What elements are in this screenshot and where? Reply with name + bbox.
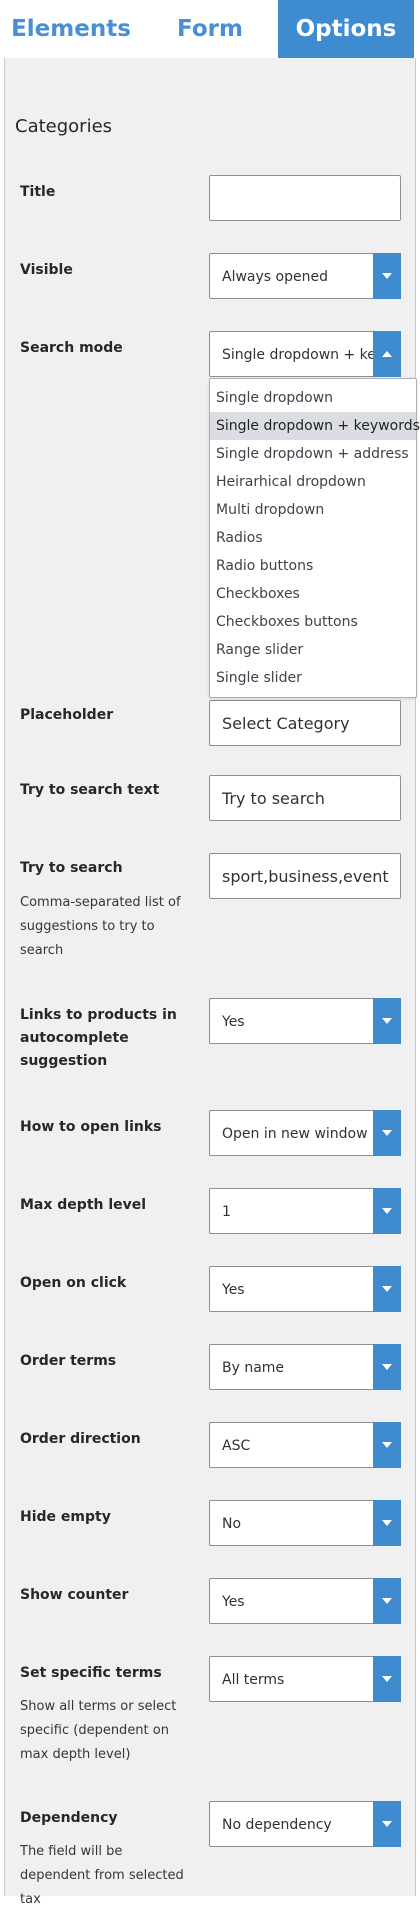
dropdown-option[interactable]: Radio buttons — [210, 552, 416, 580]
dropdown-option[interactable]: Single dropdown + address — [210, 440, 416, 468]
placeholder-input-value: Select Category — [222, 714, 350, 733]
chevron-down-icon[interactable] — [373, 1266, 401, 1312]
chevron-down-icon[interactable] — [373, 1188, 401, 1234]
links-to-products-label: Links to products in autocomplete sugges… — [20, 1007, 177, 1069]
chevron-down-icon[interactable] — [373, 998, 401, 1044]
visible-label: Visible — [20, 262, 73, 278]
search-mode-select-value: Single dropdown + keywords — [222, 347, 398, 363]
chevron-down-icon[interactable] — [373, 253, 401, 299]
section-title: Categories — [15, 116, 113, 137]
set-specific-terms-label: Set specific terms — [20, 1665, 162, 1681]
chevron-down-icon[interactable] — [373, 1422, 401, 1468]
dependency-description: The field will be dependent from selecte… — [20, 1844, 184, 1907]
try-search-text-input[interactable]: Try to search — [209, 775, 401, 821]
try-search-label: Try to search — [20, 860, 123, 876]
tab-elements[interactable]: Elements — [0, 0, 142, 58]
tab-options[interactable]: Options — [278, 0, 414, 58]
hide-empty-select-value: No — [222, 1516, 242, 1532]
dropdown-option-highlighted[interactable]: Single dropdown + keywords — [210, 412, 420, 440]
how-to-open-links-select[interactable]: Open in new window — [209, 1110, 401, 1156]
order-direction-select[interactable]: ASC — [209, 1422, 401, 1468]
title-input[interactable] — [209, 175, 401, 221]
how-to-open-links-select-value: Open in new window — [222, 1126, 368, 1142]
hide-empty-select[interactable]: No — [209, 1500, 401, 1546]
dropdown-option[interactable]: Radios — [210, 524, 416, 552]
hide-empty-label: Hide empty — [20, 1509, 111, 1525]
chevron-down-icon[interactable] — [373, 1110, 401, 1156]
chevron-up-icon[interactable] — [373, 331, 401, 377]
search-mode-label: Search mode — [20, 340, 123, 356]
search-mode-select[interactable]: Single dropdown + keywords — [209, 331, 401, 377]
open-on-click-label: Open on click — [20, 1275, 127, 1291]
order-terms-select-value: By name — [222, 1360, 285, 1376]
chevron-down-icon[interactable] — [373, 1656, 401, 1702]
chevron-down-icon[interactable] — [373, 1578, 401, 1624]
order-direction-label: Order direction — [20, 1431, 141, 1447]
try-search-input-value: sport,business,event — [222, 867, 389, 886]
how-to-open-links-label: How to open links — [20, 1119, 162, 1135]
set-specific-terms-description: Show all terms or select specific (depen… — [20, 1699, 177, 1762]
order-terms-select[interactable]: By name — [209, 1344, 401, 1390]
max-depth-level-select[interactable]: 1 — [209, 1188, 401, 1234]
links-to-products-select[interactable]: Yes — [209, 998, 401, 1044]
dropdown-option[interactable]: Checkboxes buttons — [210, 608, 416, 636]
dependency-select[interactable]: No dependency — [209, 1801, 401, 1847]
placeholder-input[interactable]: Select Category — [209, 700, 401, 746]
chevron-down-icon[interactable] — [373, 1500, 401, 1546]
title-label: Title — [20, 184, 56, 200]
dropdown-option[interactable]: Range slider — [210, 636, 416, 664]
tab-bar: Elements Form Options — [0, 0, 420, 58]
order-terms-label: Order terms — [20, 1353, 117, 1369]
order-direction-select-value: ASC — [222, 1438, 251, 1454]
dropdown-option[interactable]: Heirarhical dropdown — [210, 468, 416, 496]
visible-select[interactable]: Always opened — [209, 253, 401, 299]
dependency-select-value: No dependency — [222, 1817, 332, 1833]
dropdown-option[interactable]: Single dropdown — [210, 384, 416, 412]
max-depth-level-select-value: 1 — [222, 1204, 231, 1220]
open-on-click-select-value: Yes — [222, 1282, 245, 1298]
chevron-down-icon[interactable] — [373, 1344, 401, 1390]
search-mode-dropdown-list: Single dropdown Single dropdown + keywor… — [209, 378, 420, 698]
show-counter-label: Show counter — [20, 1587, 129, 1603]
dependency-label: Dependency — [20, 1810, 118, 1826]
links-to-products-select-value: Yes — [222, 1014, 245, 1030]
max-depth-level-label: Max depth level — [20, 1197, 147, 1213]
show-counter-select[interactable]: Yes — [209, 1578, 401, 1624]
try-search-description: Comma-separated list of suggestions to t… — [20, 895, 181, 958]
chevron-down-icon[interactable] — [373, 1801, 401, 1847]
set-specific-terms-select[interactable]: All terms — [209, 1656, 401, 1702]
try-search-text-label: Try to search text — [20, 782, 160, 798]
tab-form[interactable]: Form — [142, 0, 278, 58]
visible-select-value: Always opened — [222, 269, 328, 285]
try-search-input[interactable]: sport,business,event — [209, 853, 401, 899]
try-search-text-input-value: Try to search — [222, 789, 325, 808]
dropdown-option[interactable]: Single slider — [210, 664, 416, 692]
dropdown-option[interactable]: Multi dropdown — [210, 496, 416, 524]
placeholder-label: Placeholder — [20, 707, 114, 723]
show-counter-select-value: Yes — [222, 1594, 245, 1610]
open-on-click-select[interactable]: Yes — [209, 1266, 401, 1312]
set-specific-terms-select-value: All terms — [222, 1672, 285, 1688]
dropdown-option[interactable]: Checkboxes — [210, 580, 416, 608]
